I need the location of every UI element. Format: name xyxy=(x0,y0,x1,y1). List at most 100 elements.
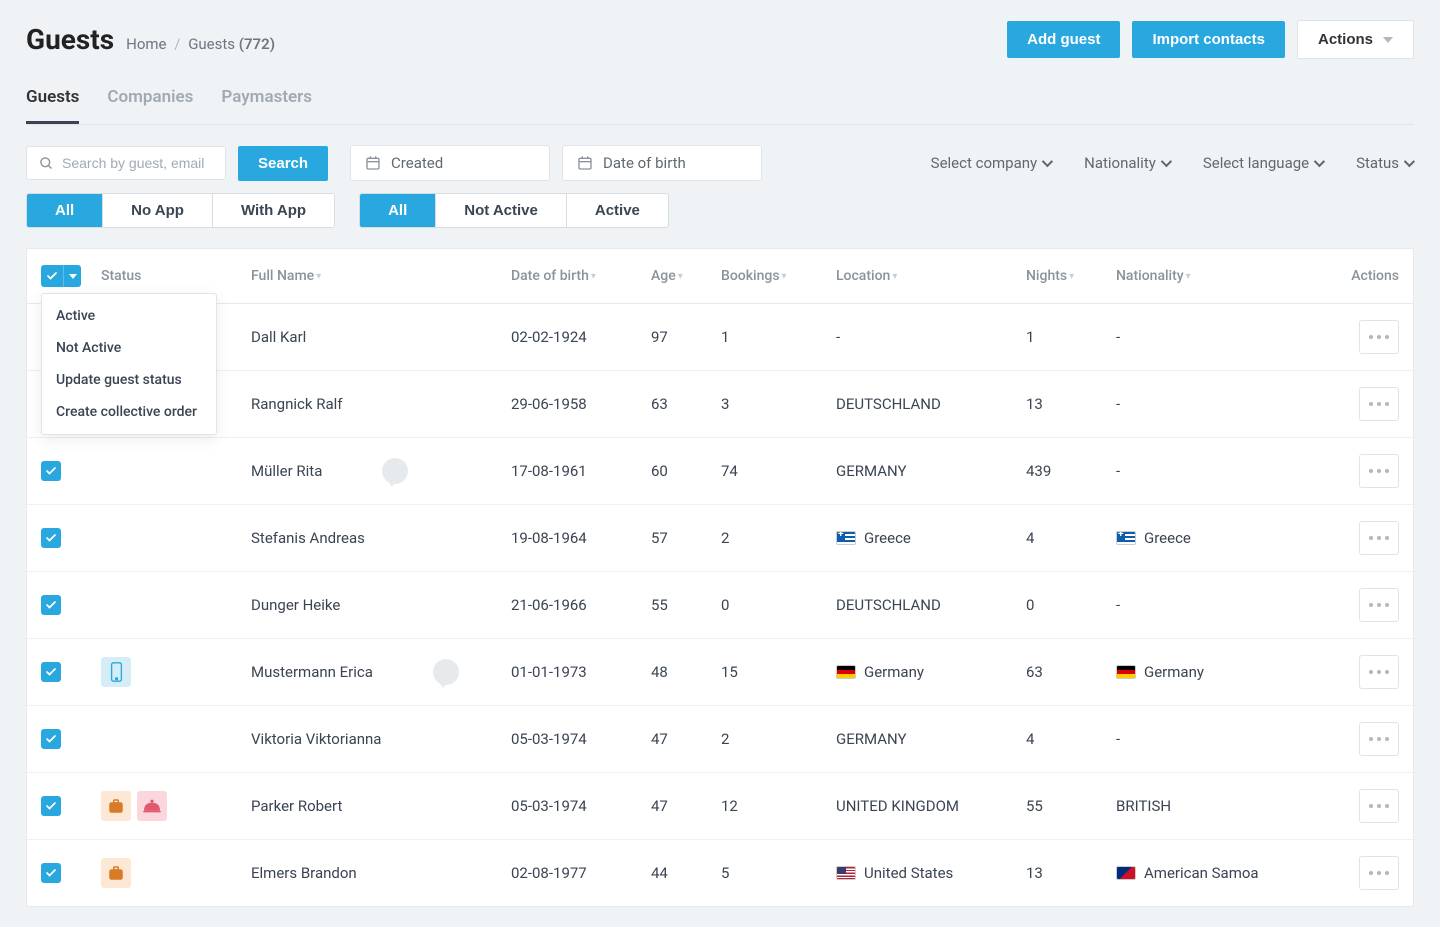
sort-icon: ▾ xyxy=(1186,271,1191,282)
row-checkbox[interactable] xyxy=(41,595,61,615)
cell-nights: 439 xyxy=(1016,438,1106,505)
search-field[interactable] xyxy=(26,146,226,180)
sort-icon: ▾ xyxy=(1069,271,1074,282)
activity-filter-segment: All Not Active Active xyxy=(359,193,669,228)
more-icon xyxy=(1369,603,1389,607)
import-contacts-button[interactable]: Import contacts xyxy=(1132,21,1285,58)
search-button[interactable]: Search xyxy=(238,146,328,181)
row-actions-button[interactable] xyxy=(1359,521,1399,555)
cell-dob: 05-03-1974 xyxy=(501,706,641,773)
service-bell-icon xyxy=(137,791,167,821)
row-actions-button[interactable] xyxy=(1359,387,1399,421)
seg-act-not[interactable]: Not Active xyxy=(436,194,567,227)
breadcrumb: Home / Guests (772) xyxy=(126,35,275,53)
row-actions-button[interactable] xyxy=(1359,588,1399,622)
cell-age: 55 xyxy=(641,572,711,639)
table-row: Viktoria Viktorianna05-03-1974472GERMANY… xyxy=(27,706,1413,773)
breadcrumb-sep: / xyxy=(174,35,180,53)
tab-companies[interactable]: Companies xyxy=(107,77,193,124)
phone-icon xyxy=(101,657,131,687)
cell-dob: 05-03-1974 xyxy=(501,773,641,840)
row-actions-button[interactable] xyxy=(1359,789,1399,823)
sort-icon: ▾ xyxy=(316,271,321,282)
cell-nationality: - xyxy=(1106,438,1341,505)
cell-nights: 55 xyxy=(1016,773,1106,840)
row-checkbox[interactable] xyxy=(41,729,61,749)
row-checkbox[interactable] xyxy=(41,863,61,883)
row-checkbox[interactable] xyxy=(41,796,61,816)
select-language-dropdown[interactable]: Select language xyxy=(1201,148,1324,178)
select-company-dropdown[interactable]: Select company xyxy=(929,148,1052,178)
suitcase-icon xyxy=(101,858,131,888)
guest-name[interactable]: Mustermann Erica xyxy=(251,663,373,681)
cell-location: Germany xyxy=(826,639,1016,706)
col-dob[interactable]: Date of birth▾ xyxy=(501,249,641,304)
bulk-menu-not-active[interactable]: Not Active xyxy=(42,332,216,364)
seg-act-all[interactable]: All xyxy=(360,194,436,227)
col-full-name[interactable]: Full Name▾ xyxy=(241,249,501,304)
chevron-down-icon xyxy=(1042,156,1053,167)
bulk-menu-update-status[interactable]: Update guest status xyxy=(42,364,216,396)
row-actions-button[interactable] xyxy=(1359,454,1399,488)
seg-app-no[interactable]: No App xyxy=(103,194,213,227)
flag-icon xyxy=(836,866,856,880)
dob-date-filter[interactable]: Date of birth xyxy=(562,145,762,181)
seg-app-all[interactable]: All xyxy=(27,194,103,227)
cell-age: 47 xyxy=(641,773,711,840)
row-actions-button[interactable] xyxy=(1359,320,1399,354)
row-checkbox[interactable] xyxy=(41,528,61,548)
cell-bookings: 12 xyxy=(711,773,826,840)
table-row: Rangnick Ralf29-06-1958633DEUTSCHLAND13- xyxy=(27,371,1413,438)
cell-nationality: - xyxy=(1106,304,1341,371)
created-date-filter[interactable]: Created xyxy=(350,145,550,181)
guest-name[interactable]: Viktoria Viktorianna xyxy=(251,730,381,748)
col-nationality[interactable]: Nationality▾ xyxy=(1106,249,1341,304)
select-all-checkbox[interactable]: Active Not Active Update guest status Cr… xyxy=(41,265,81,287)
cell-nationality: Greece xyxy=(1106,505,1341,572)
col-nights[interactable]: Nights▾ xyxy=(1016,249,1106,304)
cell-location: GERMANY xyxy=(826,706,1016,773)
flag-icon xyxy=(836,531,856,545)
cell-location: UNITED KINGDOM xyxy=(826,773,1016,840)
page-title: Guests xyxy=(26,23,114,56)
search-input[interactable] xyxy=(62,155,213,171)
guest-name[interactable]: Dunger Heike xyxy=(251,596,340,614)
table-row: Dunger Heike21-06-1966550DEUTSCHLAND0- xyxy=(27,572,1413,639)
guest-name[interactable]: Rangnick Ralf xyxy=(251,395,342,413)
add-guest-button[interactable]: Add guest xyxy=(1007,21,1120,58)
actions-dropdown[interactable]: Actions xyxy=(1297,20,1414,59)
tab-paymasters[interactable]: Paymasters xyxy=(221,77,312,124)
bulk-menu-active[interactable]: Active xyxy=(42,300,216,332)
row-actions-button[interactable] xyxy=(1359,722,1399,756)
row-checkbox[interactable] xyxy=(41,461,61,481)
guest-name[interactable]: Dall Karl xyxy=(251,328,306,346)
guest-name[interactable]: Parker Robert xyxy=(251,797,342,815)
bulk-menu-toggle[interactable] xyxy=(63,265,81,287)
cell-age: 63 xyxy=(641,371,711,438)
seg-act-active[interactable]: Active xyxy=(567,194,668,227)
sort-icon: ▾ xyxy=(782,271,787,282)
tab-guests[interactable]: Guests xyxy=(26,77,79,124)
status-dropdown[interactable]: Status xyxy=(1354,148,1414,178)
guest-name[interactable]: Stefanis Andreas xyxy=(251,529,365,547)
nationality-dropdown[interactable]: Nationality xyxy=(1082,148,1171,178)
guest-name[interactable]: Elmers Brandon xyxy=(251,864,357,882)
created-label: Created xyxy=(391,154,443,172)
search-icon xyxy=(39,156,54,171)
row-actions-button[interactable] xyxy=(1359,655,1399,689)
row-actions-button[interactable] xyxy=(1359,856,1399,890)
cell-nights: 63 xyxy=(1016,639,1106,706)
col-age[interactable]: Age▾ xyxy=(641,249,711,304)
col-location[interactable]: Location▾ xyxy=(826,249,1016,304)
cell-nights: 4 xyxy=(1016,505,1106,572)
seg-app-with[interactable]: With App xyxy=(213,194,334,227)
breadcrumb-home[interactable]: Home xyxy=(126,35,166,53)
cell-dob: 17-08-1961 xyxy=(501,438,641,505)
bulk-menu-create-order[interactable]: Create collective order xyxy=(42,396,216,428)
col-bookings[interactable]: Bookings▾ xyxy=(711,249,826,304)
cell-dob: 29-06-1958 xyxy=(501,371,641,438)
guest-name[interactable]: Müller Rita xyxy=(251,462,322,480)
cell-bookings: 2 xyxy=(711,706,826,773)
row-checkbox[interactable] xyxy=(41,662,61,682)
cell-bookings: 1 xyxy=(711,304,826,371)
